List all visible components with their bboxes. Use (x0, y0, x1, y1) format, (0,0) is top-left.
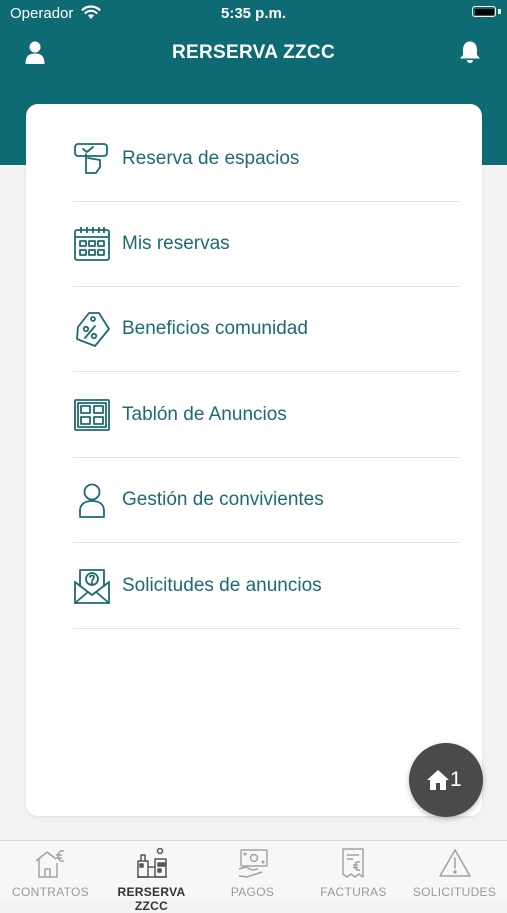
menu-item-tablon-anuncios[interactable]: Tablón de Anuncios (73, 372, 460, 458)
menu-item-beneficios[interactable]: Beneficios comunidad (73, 286, 460, 372)
tab-label: RERSERVA ZZCC (117, 885, 186, 913)
battery-icon (472, 6, 496, 17)
tab-reserva-zzcc[interactable]: RERSERVA ZZCC (101, 841, 202, 913)
tab-contratos[interactable]: CONTRATOS (0, 841, 101, 901)
bell-icon[interactable] (457, 39, 483, 65)
hand-touch-icon (74, 143, 108, 174)
tab-solicitudes[interactable]: SOLICITUDES (404, 841, 505, 901)
menu-item-label: Reserva de espacios (122, 148, 300, 169)
menu-item-reserva-espacios[interactable]: Reserva de espacios (73, 116, 460, 202)
hand-bill-icon (238, 849, 268, 878)
person-icon (79, 483, 105, 518)
menu-item-label: Beneficios comunidad (122, 318, 308, 339)
tab-label: FACTURAS (320, 885, 387, 899)
menu-item-label: Mis reservas (122, 233, 230, 254)
menu-item-solicitudes-anuncios[interactable]: Solicitudes de anuncios (73, 543, 460, 629)
tab-label: CONTRATOS (12, 885, 89, 899)
tab-label: SOLICITUDES (412, 885, 497, 899)
menu-item-label: Tablón de Anuncios (122, 404, 287, 425)
tab-bar: CONTRATOS RERSERVA ZZCC PAGOS FACTURAS S… (0, 840, 507, 913)
home-count: 1 (450, 768, 462, 791)
tab-pagos[interactable]: PAGOS (202, 841, 303, 901)
menu-item-label: Solicitudes de anuncios (122, 575, 322, 596)
notice-board-icon (74, 399, 110, 431)
envelope-question-icon (74, 569, 110, 604)
discount-tag-icon (76, 312, 110, 347)
page-title: RERSERVA ZZCC (172, 42, 335, 63)
status-bar: Operador 5:35 p.m. (0, 0, 507, 30)
home-icon (427, 770, 449, 790)
tab-label: PAGOS (230, 885, 275, 899)
calendar-icon (74, 227, 110, 261)
menu-item-label: Gestión de convivientes (122, 489, 324, 510)
community-icon (137, 847, 167, 878)
invoice-euro-icon (342, 848, 364, 878)
tab-facturas[interactable]: FACTURAS (303, 841, 404, 901)
menu-item-convivientes[interactable]: Gestión de convivientes (73, 457, 460, 543)
warning-icon (439, 849, 471, 877)
nav-bar: RERSERVA ZZCC (0, 30, 507, 76)
menu-item-mis-reservas[interactable]: Mis reservas (73, 201, 460, 287)
battery-tip (498, 9, 501, 14)
menu-card: Reserva de espacios Mis reservas Benefic… (26, 104, 482, 816)
status-time: 5:35 p.m. (220, 5, 287, 22)
house-euro-icon (35, 850, 65, 878)
home-count-button[interactable]: 1 (409, 743, 483, 817)
